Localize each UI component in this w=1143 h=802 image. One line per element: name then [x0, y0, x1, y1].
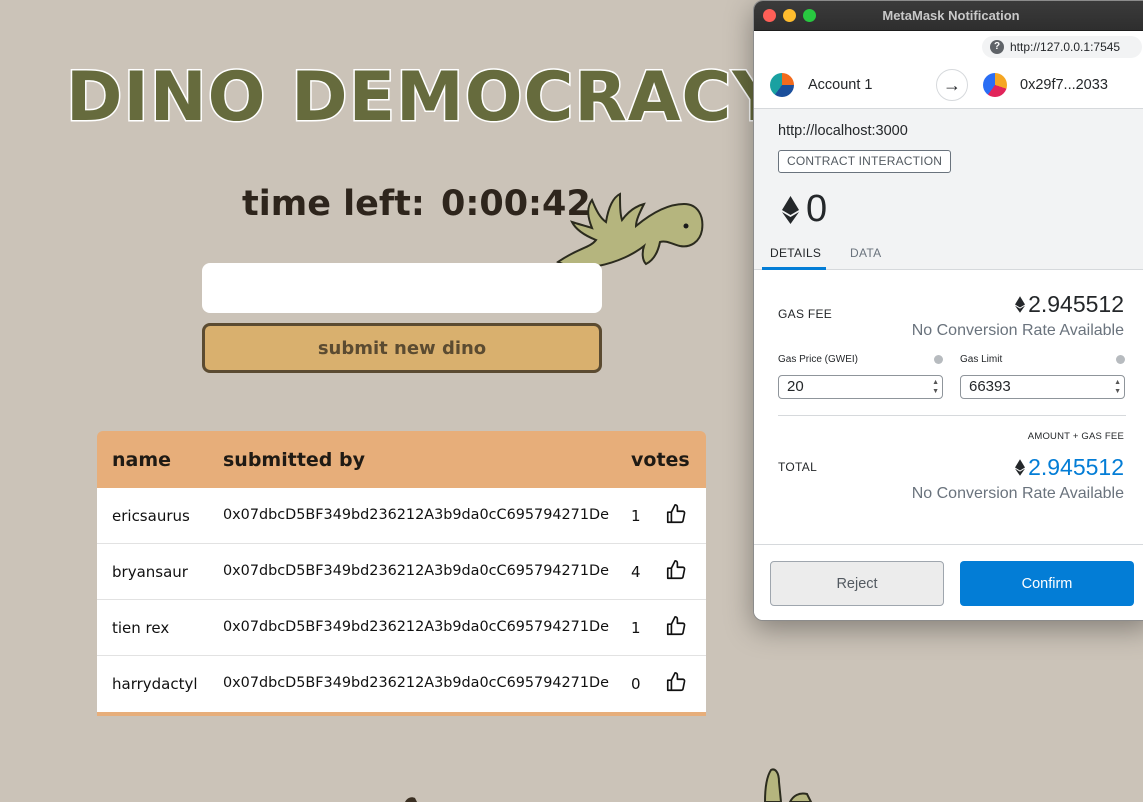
column-header-name: name [112, 449, 172, 471]
column-header-votes: votes [631, 449, 690, 471]
network-url[interactable]: ? http://127.0.0.1:7545 [982, 36, 1142, 58]
gas-fee-value: 2.945512 [1015, 291, 1124, 318]
gas-price-value: 20 [787, 378, 804, 395]
question-icon: ? [990, 40, 1004, 54]
from-account-name: Account 1 [808, 77, 873, 93]
detail-tabs: DETAILS DATA [754, 237, 1143, 270]
app-title: DINO DEMOCRACY [65, 57, 784, 139]
total-conversion: No Conversion Rate Available [911, 485, 1124, 502]
gas-limit-value: 66393 [969, 378, 1011, 395]
from-account-avatar [770, 73, 794, 97]
ethereum-icon [782, 195, 799, 224]
table-row: ericsaurus 0x07dbcD5BF349bd236212A3b9da0… [97, 488, 706, 544]
thumbs-up-icon[interactable] [665, 559, 687, 581]
table-header: name submitted by votes [97, 431, 706, 488]
dino-illustration [556, 192, 704, 269]
total-amount: 2.945512 [1028, 454, 1124, 480]
dino-name: tien rex [112, 619, 170, 637]
divider [778, 415, 1126, 416]
active-tab-indicator [762, 267, 826, 270]
thumbs-up-icon[interactable] [665, 503, 687, 525]
table-row: harrydactyl 0x07dbcD5BF349bd236212A3b9da… [97, 656, 706, 712]
table-row: bryansaur 0x07dbcD5BF349bd236212A3b9da0c… [97, 544, 706, 600]
table-row: tien rex 0x07dbcD5BF349bd236212A3b9da0cC… [97, 600, 706, 656]
window-titlebar: MetaMask Notification [754, 1, 1143, 31]
timer-label: time left: [242, 184, 425, 224]
gas-fee-amount: 2.945512 [1028, 291, 1124, 317]
dino-name: bryansaur [112, 563, 188, 581]
network-url-text: http://127.0.0.1:7545 [1010, 40, 1121, 54]
submitter-address: 0x07dbcD5BF349bd236212A3b9da0cC695794271… [223, 563, 609, 579]
ethereum-icon [1015, 459, 1026, 476]
account-row: Account 1 → 0x29f7...2033 [754, 61, 1143, 109]
dino-table: name submitted by votes ericsaurus 0x07d… [97, 431, 706, 716]
arrow-right-icon: → [936, 69, 968, 101]
dino-name-input[interactable] [202, 263, 602, 313]
network-bar: ? http://127.0.0.1:7545 [754, 31, 1143, 61]
transaction-summary: http://localhost:3000 CONTRACT INTERACTI… [754, 109, 1143, 270]
amount-gas-label: AMOUNT + GAS FEE [1027, 431, 1124, 442]
ethereum-icon [1015, 296, 1026, 313]
details-panel: GAS FEE 2.945512 No Conversion Rate Avai… [754, 271, 1143, 544]
reject-button[interactable]: Reject [770, 561, 944, 606]
submitter-address: 0x07dbcD5BF349bd236212A3b9da0cC695794271… [223, 675, 609, 691]
column-header-submitted-by: submitted by [223, 449, 365, 471]
submitter-address: 0x07dbcD5BF349bd236212A3b9da0cC695794271… [223, 619, 609, 635]
confirm-button[interactable]: Confirm [960, 561, 1134, 606]
contract-interaction-badge: CONTRACT INTERACTION [778, 150, 952, 173]
origin-url: http://localhost:3000 [778, 123, 908, 139]
tab-data[interactable]: DATA [850, 246, 881, 260]
dino-name: harrydactyl [112, 675, 198, 693]
to-account-address[interactable]: 0x29f7...2033 [1020, 77, 1108, 93]
stepper-icon[interactable]: ▲ ▼ [932, 378, 939, 396]
vote-count: 1 [631, 507, 641, 525]
vote-count: 4 [631, 563, 641, 581]
action-footer: Reject Confirm [754, 544, 1143, 620]
gas-limit-input[interactable]: 66393 ▲ ▼ [960, 375, 1125, 399]
gas-fee-label: GAS FEE [778, 307, 833, 321]
amount-value: 0 [806, 188, 828, 230]
info-icon[interactable] [934, 355, 943, 364]
thumbs-up-icon[interactable] [665, 615, 687, 637]
vote-count: 0 [631, 675, 641, 693]
info-icon[interactable] [1116, 355, 1125, 364]
stepper-icon[interactable]: ▲ ▼ [1114, 378, 1121, 396]
metamask-popup: MetaMask Notification ? http://127.0.0.1… [753, 0, 1143, 621]
total-label: TOTAL [778, 460, 818, 474]
dino-illustration-bottom [405, 768, 813, 802]
vote-count: 1 [631, 619, 641, 637]
tab-details[interactable]: DETAILS [770, 246, 821, 260]
to-account-avatar [983, 73, 1007, 97]
thumbs-up-icon[interactable] [665, 671, 687, 693]
submitter-address: 0x07dbcD5BF349bd236212A3b9da0cC695794271… [223, 507, 609, 523]
gas-limit-label: Gas Limit [960, 354, 1003, 365]
dino-name: ericsaurus [112, 507, 190, 525]
submit-dino-button[interactable]: submit new dino [202, 323, 602, 373]
window-title: MetaMask Notification [882, 8, 1020, 23]
total-value: 2.945512 [1015, 454, 1124, 481]
transaction-amount: 0 [782, 188, 827, 231]
gas-price-input[interactable]: 20 ▲ ▼ [778, 375, 943, 399]
gas-fee-conversion: No Conversion Rate Available [911, 322, 1124, 339]
timer: time left: 0:00:42 [242, 184, 591, 224]
gas-price-label: Gas Price (GWEI) [778, 354, 859, 365]
